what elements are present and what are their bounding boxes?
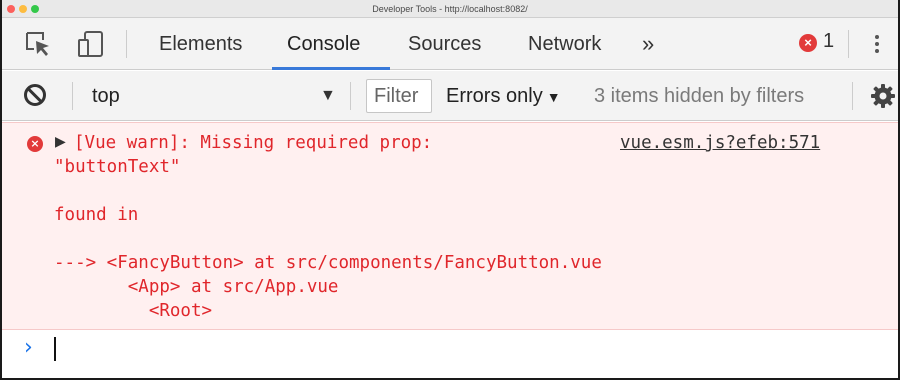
context-selector[interactable]: top ▼ bbox=[92, 71, 342, 121]
tab-network[interactable]: Network bbox=[528, 18, 601, 70]
text-caret bbox=[54, 337, 56, 361]
log-level-label: Errors only bbox=[446, 85, 543, 107]
filter-input[interactable]: Filter bbox=[366, 79, 432, 113]
error-count: 1 bbox=[823, 30, 835, 52]
toolbar-divider bbox=[852, 82, 853, 110]
clear-console-icon[interactable] bbox=[24, 84, 46, 106]
inspect-element-icon[interactable] bbox=[24, 30, 54, 58]
source-link[interactable]: vue.esm.js?efeb:571 bbox=[620, 131, 820, 155]
error-icon: × bbox=[27, 136, 43, 152]
message-line: <Root> bbox=[54, 301, 213, 321]
chevron-down-icon: ▼ bbox=[320, 87, 336, 104]
window-title: Developer Tools - http://localhost:8082/ bbox=[372, 4, 528, 14]
message-line: <App> at src/App.vue bbox=[54, 277, 339, 297]
error-counter[interactable]: × 1 bbox=[799, 30, 843, 55]
tab-sources[interactable]: Sources bbox=[408, 18, 481, 70]
toolbar-divider bbox=[848, 30, 849, 58]
maximize-window-button[interactable] bbox=[31, 5, 39, 13]
tab-elements[interactable]: Elements bbox=[159, 18, 242, 70]
devtools-window: Developer Tools - http://localhost:8082/… bbox=[0, 0, 900, 380]
toolbar-divider bbox=[72, 82, 73, 110]
prompt-chevron-icon: › bbox=[24, 335, 33, 360]
window-controls bbox=[7, 5, 39, 13]
kebab-menu-icon[interactable] bbox=[872, 32, 882, 58]
more-tabs-button[interactable]: » bbox=[642, 18, 654, 70]
message-line: "buttonText" bbox=[54, 157, 181, 177]
panel-tab-bar: Elements Console Sources Network » × 1 bbox=[2, 18, 898, 70]
active-tab-indicator bbox=[272, 67, 390, 70]
toolbar-divider bbox=[126, 30, 127, 58]
expand-message-toggle[interactable]: ▶ bbox=[55, 134, 66, 150]
console-error-message: × ▶ [Vue warn]: Missing required prop: "… bbox=[2, 122, 898, 330]
minimize-window-button[interactable] bbox=[19, 5, 27, 13]
error-icon: × bbox=[799, 34, 817, 52]
device-toolbar-icon[interactable] bbox=[76, 30, 106, 58]
gear-icon[interactable] bbox=[870, 83, 896, 109]
toolbar-divider bbox=[350, 82, 351, 110]
console-toolbar: top ▼ Filter Errors only ▼ 3 items hidden… bbox=[2, 71, 898, 121]
console-prompt[interactable]: › bbox=[2, 331, 898, 371]
hidden-items-info: 3 items hidden by filters bbox=[594, 85, 805, 107]
chevron-down-icon: ▼ bbox=[546, 89, 561, 105]
close-window-button[interactable] bbox=[7, 5, 15, 13]
message-line: ---> <FancyButton> at src/components/Fan… bbox=[54, 253, 602, 273]
message-line: found in bbox=[54, 205, 139, 225]
message-line: [Vue warn]: Missing required prop: bbox=[74, 133, 433, 153]
log-level-selector[interactable]: Errors only ▼ bbox=[446, 71, 561, 122]
title-bar: Developer Tools - http://localhost:8082/ bbox=[2, 0, 898, 18]
context-label: top bbox=[92, 85, 120, 107]
tab-console[interactable]: Console bbox=[287, 18, 360, 70]
